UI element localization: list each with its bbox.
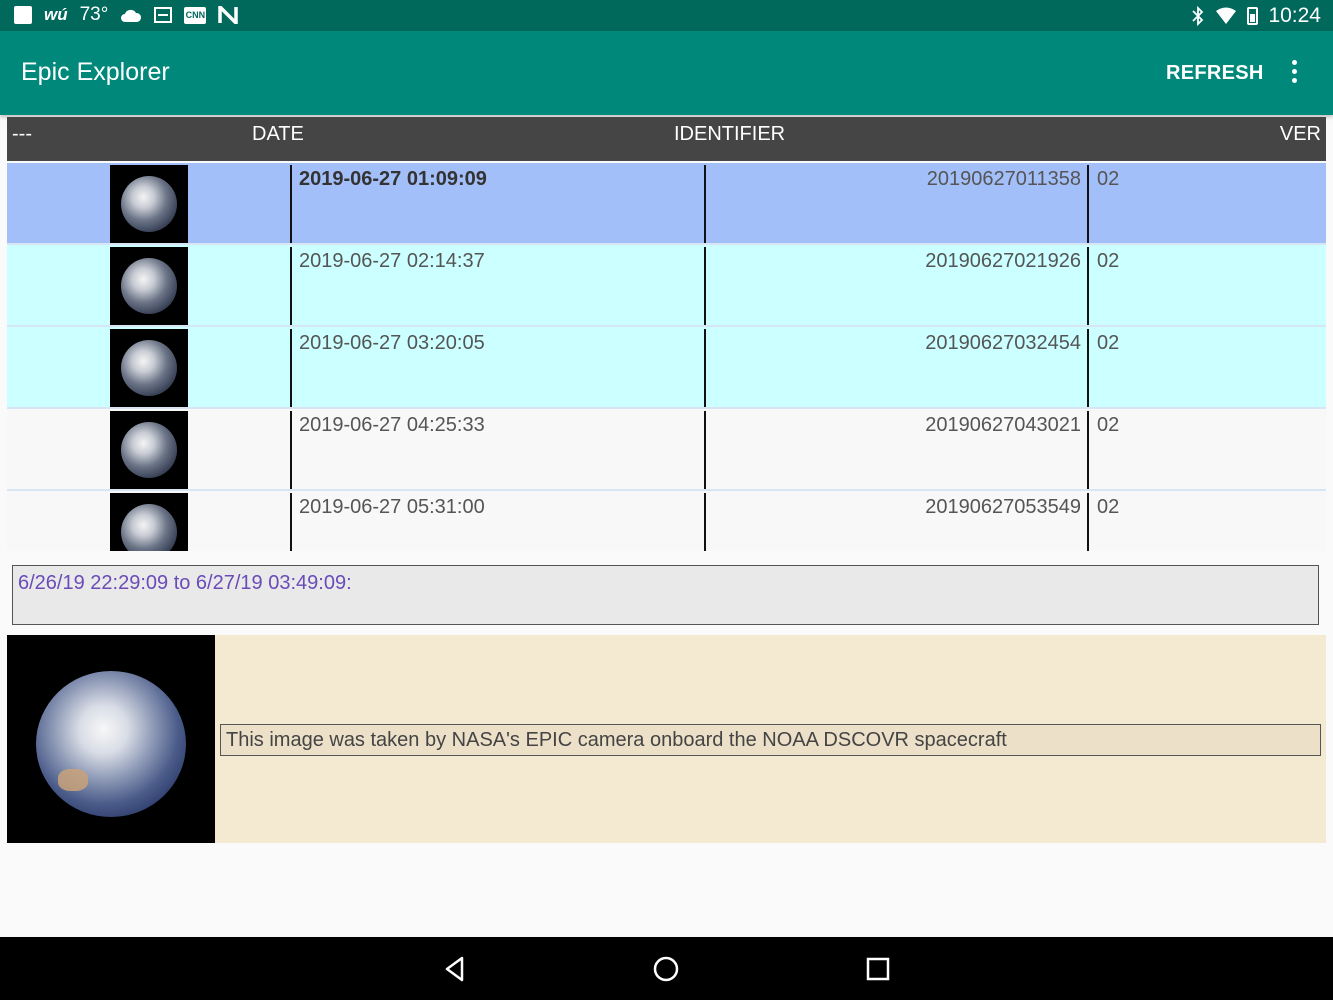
column-divider	[704, 247, 706, 325]
column-divider	[704, 165, 706, 243]
column-divider	[290, 329, 292, 407]
earth-thumbnail	[110, 165, 188, 243]
refresh-button[interactable]: REFRESH	[1166, 62, 1264, 85]
header-thumbnail: ---	[12, 123, 32, 145]
battery-icon	[1247, 7, 1259, 25]
table-row[interactable]: 2019-06-27 04:25:33 20190627043021 02	[7, 409, 1326, 491]
table-row[interactable]: 2019-06-27 01:09:09 20190627011358 02	[7, 163, 1326, 245]
header-identifier: IDENTIFIER	[674, 123, 786, 145]
earth-thumbnail	[110, 247, 188, 325]
column-divider	[704, 411, 706, 489]
date-range-text: 6/26/19 22:29:09 to 6/27/19 03:49:09:	[18, 572, 352, 594]
row-version: 02	[1097, 332, 1120, 354]
earth-thumbnail	[110, 329, 188, 407]
column-divider	[704, 493, 706, 551]
n-icon	[218, 6, 239, 24]
row-version: 02	[1097, 496, 1120, 518]
row-date: 2019-06-27 03:20:05	[299, 332, 485, 354]
date-range-box: 6/26/19 22:29:09 to 6/27/19 03:49:09:	[12, 565, 1319, 625]
navigation-bar	[0, 937, 1333, 1000]
earth-image	[7, 635, 215, 843]
caption-text: This image was taken by NASA's EPIC came…	[226, 729, 1007, 751]
home-icon[interactable]	[652, 955, 680, 983]
clock-label: 10:24	[1268, 4, 1321, 27]
app-bar: Epic Explorer REFRESH	[0, 31, 1333, 115]
column-divider	[1087, 329, 1089, 407]
row-identifier: 20190627021926	[925, 250, 1081, 272]
column-divider	[290, 411, 292, 489]
earth-thumbnail	[110, 493, 188, 551]
row-date: 2019-06-27 02:14:37	[299, 250, 485, 272]
row-date: 2019-06-27 05:31:00	[299, 496, 485, 518]
caption-box: This image was taken by NASA's EPIC came…	[220, 724, 1321, 756]
calendar-icon	[154, 7, 173, 23]
earth-icon	[121, 176, 177, 232]
weather-brand-label: wú	[44, 5, 68, 24]
table-row[interactable]: 2019-06-27 03:20:05 20190627032454 02	[7, 327, 1326, 409]
column-divider	[1087, 411, 1089, 489]
header-version: VER	[1279, 123, 1321, 145]
row-identifier: 20190627043021	[925, 414, 1081, 436]
row-version: 02	[1097, 414, 1120, 436]
detail-panel: This image was taken by NASA's EPIC came…	[7, 635, 1326, 843]
earth-globe-icon	[36, 671, 186, 817]
wifi-icon	[1216, 7, 1237, 24]
row-date: 2019-06-27 04:25:33	[299, 414, 485, 436]
column-divider	[290, 493, 292, 551]
earth-icon	[121, 258, 177, 314]
table-header: --- DATE IDENTIFIER VER	[7, 117, 1326, 161]
cloud-icon	[121, 9, 142, 22]
column-divider	[1087, 165, 1089, 243]
table-row[interactable]: 2019-06-27 02:14:37 20190627021926 02	[7, 245, 1326, 327]
column-divider	[1087, 247, 1089, 325]
earth-icon	[121, 422, 177, 478]
earth-thumbnail	[110, 411, 188, 489]
row-identifier: 20190627053549	[925, 496, 1081, 518]
row-version: 02	[1097, 168, 1120, 190]
header-date: DATE	[252, 123, 304, 145]
bluetooth-icon	[1192, 6, 1204, 26]
column-divider	[1087, 493, 1089, 551]
row-date: 2019-06-27 01:09:09	[299, 168, 487, 190]
back-icon[interactable]	[442, 955, 470, 983]
row-version: 02	[1097, 250, 1120, 272]
column-divider	[290, 247, 292, 325]
recent-apps-icon[interactable]	[864, 955, 892, 983]
status-bar: wú 73° CNN 10:24	[0, 0, 1333, 31]
column-divider	[290, 165, 292, 243]
row-identifier: 20190627032454	[925, 332, 1081, 354]
row-identifier: 20190627011358	[926, 168, 1081, 190]
more-vert-icon[interactable]	[1283, 60, 1305, 86]
square-notification-icon	[14, 6, 32, 24]
cnn-icon: CNN	[184, 6, 207, 24]
column-divider	[704, 329, 706, 407]
table-row[interactable]: 2019-06-27 05:31:00 20190627053549 02	[7, 491, 1326, 551]
app-title: Epic Explorer	[21, 58, 170, 86]
earth-icon	[121, 340, 177, 396]
earth-icon	[121, 504, 177, 551]
temperature-label: 73°	[79, 4, 109, 25]
